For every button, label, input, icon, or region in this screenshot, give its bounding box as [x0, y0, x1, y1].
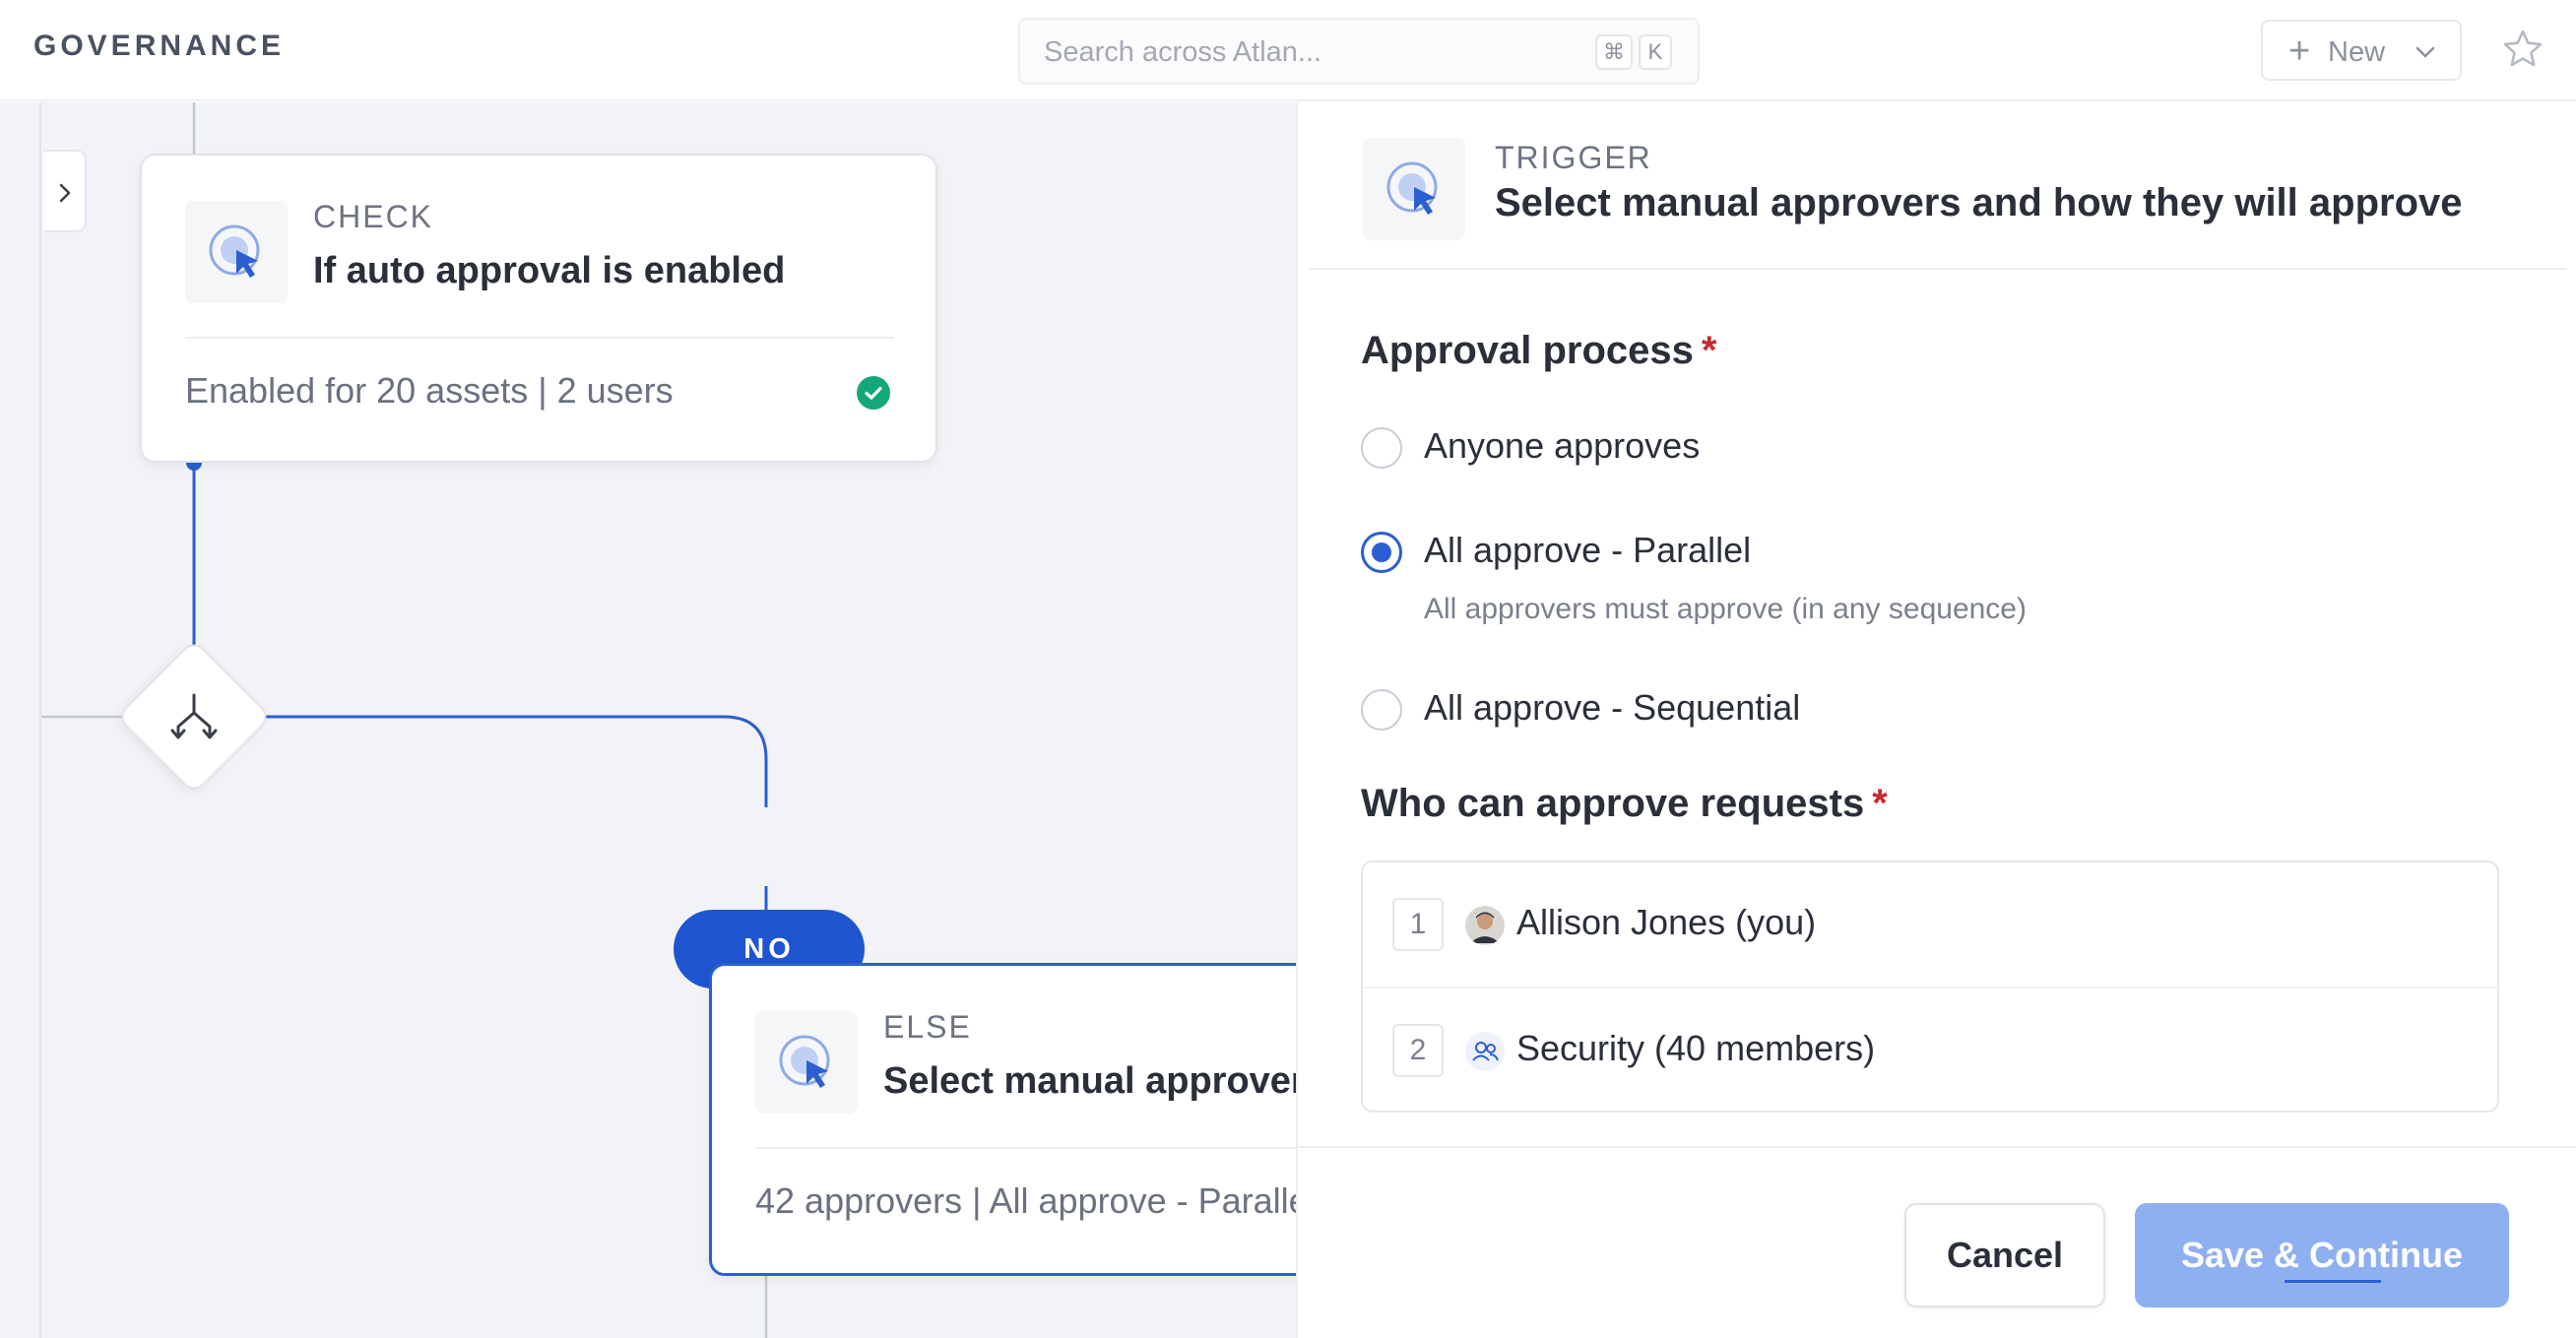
approval-process-label: Approval process — [1361, 329, 1694, 372]
shortcut-command-key: ⌘ — [1595, 34, 1633, 70]
panel-divider — [1310, 268, 2566, 270]
approver-row[interactable]: 1 Allison Jones (you) — [1363, 862, 2497, 987]
check-node-title: If auto approval is enabled — [313, 250, 786, 291]
canvas-left-edge — [39, 102, 41, 1338]
star-icon[interactable] — [2501, 28, 2544, 71]
required-marker: * — [1872, 782, 1888, 825]
else-node-title: Select manual approvers — [883, 1060, 1296, 1102]
panel-title: Select manual approvers and how they wil… — [1495, 181, 2463, 224]
search-box[interactable]: Search across Atlan... ⌘ K — [1018, 18, 1700, 85]
focus-underline — [2285, 1280, 2381, 1283]
group-icon — [1465, 1032, 1505, 1071]
check-node-summary: Enabled for 20 assets | 2 users — [185, 370, 674, 411]
plus-icon: + — [2288, 31, 2311, 72]
approver-name: Allison Jones (you) — [1516, 902, 1817, 942]
panel-footer: Cancel Save & Continue — [1298, 1146, 2576, 1338]
radio-all-approve-sequential[interactable] — [1361, 689, 1402, 731]
radio-label-anyone-approves[interactable]: Anyone approves — [1424, 425, 1700, 467]
radio-anyone-approves[interactable] — [1361, 427, 1402, 469]
approver-row[interactable]: 2 Security (40 members) — [1363, 987, 2497, 1111]
approval-process-heading: Approval process * — [1361, 329, 1716, 373]
trigger-config-panel: TRIGGER Select manual approvers and how … — [1296, 102, 2576, 1338]
else-node[interactable]: ELSE Select manual approvers 42 approver… — [709, 963, 1296, 1276]
top-bar: GOVERNANCE Search across Atlan... ⌘ K + … — [0, 0, 2576, 101]
radio-label-all-approve-parallel[interactable]: All approve - Parallel — [1424, 530, 1751, 571]
page-brand: GOVERNANCE — [33, 30, 286, 62]
cancel-button[interactable]: Cancel — [1904, 1203, 2105, 1307]
workflow-canvas[interactable]: CHECK If auto approval is enabled Enable… — [0, 102, 1296, 1338]
required-marker: * — [1701, 329, 1717, 372]
else-node-kicker: ELSE — [883, 1009, 972, 1045]
approver-index: 2 — [1392, 1024, 1444, 1077]
new-button-label: New — [2328, 36, 2386, 68]
node-divider — [755, 1147, 1296, 1149]
node-icon-container — [755, 1011, 858, 1114]
else-node-summary: 42 approvers | All approve - Parallel — [755, 1180, 1296, 1221]
branch-split-icon — [170, 693, 218, 739]
expand-sidebar-button[interactable] — [43, 150, 87, 232]
approver-name: Security (40 members) — [1516, 1028, 1876, 1068]
approver-index: 1 — [1392, 898, 1444, 951]
node-divider — [185, 337, 894, 339]
radio-label-all-approve-sequential[interactable]: All approve - Sequential — [1424, 687, 1800, 729]
chevron-right-icon — [59, 183, 71, 203]
save-continue-label: Save & Continue — [2180, 1235, 2464, 1275]
check-circle-icon — [857, 376, 890, 410]
cursor-click-icon — [779, 1035, 830, 1088]
node-icon-container — [185, 201, 288, 303]
approvers-label: Who can approve requests — [1361, 782, 1865, 825]
approvers-heading: Who can approve requests * — [1361, 782, 1888, 826]
avatar — [1465, 906, 1505, 945]
shortcut-k-key: K — [1639, 34, 1672, 70]
cursor-click-icon — [209, 224, 260, 278]
approvers-list: 1 Allison Jones (you) 2 Security (40 mem… — [1361, 860, 2499, 1113]
cursor-click-icon — [1386, 161, 1438, 215]
panel-icon-container — [1363, 138, 1465, 240]
radio-description-all-approve-parallel: All approvers must approve (in any seque… — [1424, 593, 2027, 625]
check-node[interactable]: CHECK If auto approval is enabled Enable… — [140, 154, 937, 463]
chevron-down-icon — [2415, 46, 2435, 58]
new-button[interactable]: + New — [2261, 20, 2462, 81]
check-node-kicker: CHECK — [313, 199, 434, 234]
search-placeholder: Search across Atlan... — [1044, 36, 1322, 68]
radio-all-approve-parallel[interactable] — [1361, 532, 1402, 573]
panel-kicker: TRIGGER — [1495, 140, 1652, 175]
save-continue-button[interactable]: Save & Continue — [2135, 1203, 2509, 1307]
